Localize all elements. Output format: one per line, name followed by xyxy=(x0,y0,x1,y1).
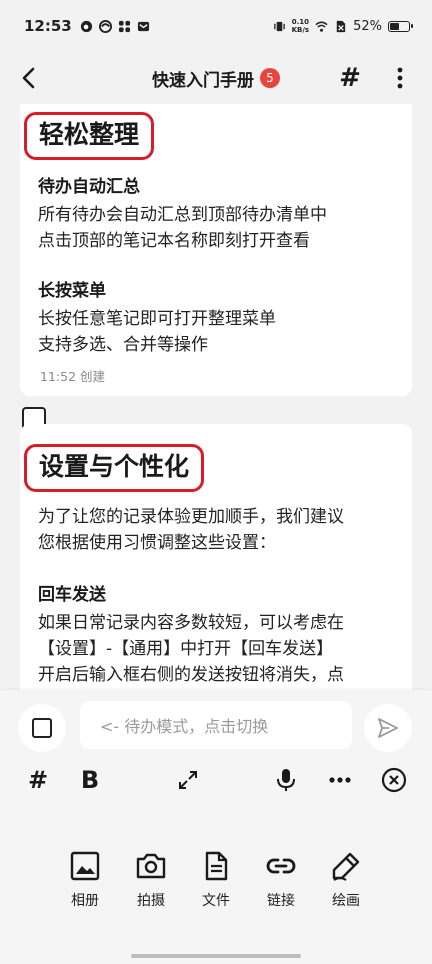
note-line: 支持多选、合并等操作 xyxy=(38,335,208,355)
note-section-title: 长按菜单 xyxy=(38,281,106,301)
battery-percent: 52% xyxy=(353,18,382,34)
note-line: 如果日常记录内容多数较短，可以考虑在 xyxy=(38,613,344,633)
hashtag-button[interactable]: # xyxy=(336,64,364,92)
status-bar: 12:53 0.10 KB/s 52% xyxy=(0,0,432,52)
expand-icon xyxy=(179,771,197,789)
note-line: 您根据使用习惯调整这些设置： xyxy=(38,533,276,553)
notebook-title-button[interactable]: 快速入门手册 5 xyxy=(152,66,280,91)
battery-icon xyxy=(388,20,413,32)
file-icon xyxy=(205,851,228,881)
link-button[interactable]: 链接 xyxy=(251,850,311,910)
more-horizontal-icon xyxy=(329,777,351,783)
network-speed: 0.10 KB/s xyxy=(291,18,310,34)
weibo-icon xyxy=(80,20,92,32)
composer-panel: <- 待办模式，点击切换 # B 相册 拍摄 文件 链接 绘画 xyxy=(0,690,432,964)
bold-button[interactable]: B xyxy=(74,764,106,796)
note-card[interactable]: 轻松整理 待办自动汇总 所有待办会自动汇总到顶部待办清单中 点击顶部的笔记本名称… xyxy=(20,104,412,396)
todo-mode-toggle[interactable] xyxy=(18,704,66,752)
more-tools-button[interactable] xyxy=(324,764,356,796)
note-line: 【设置】-【通用】中打开【回车发送】 xyxy=(38,639,334,659)
album-button[interactable]: 相册 xyxy=(55,850,115,910)
checkbox-icon xyxy=(32,718,52,738)
expand-button[interactable] xyxy=(172,764,204,796)
note-section-title: 待办自动汇总 xyxy=(38,177,140,197)
format-toolbar: # B xyxy=(0,764,432,796)
note-line: 所有待办会自动汇总到顶部待办清单中 xyxy=(38,205,327,225)
home-indicator[interactable] xyxy=(131,954,301,958)
close-circle-icon xyxy=(381,767,407,793)
more-vertical-icon[interactable] xyxy=(386,64,414,92)
note-line: 长按任意笔记即可打开整理菜单 xyxy=(38,309,276,329)
back-arrow-icon[interactable] xyxy=(16,64,44,92)
status-time: 12:53 xyxy=(24,17,72,35)
top-app-bar: 快速入门手册 5 # xyxy=(0,52,432,104)
note-card[interactable]: 设置与个性化 为了让您的记录体验更加顺手，我们建议 您根据使用习惯调整这些设置：… xyxy=(20,424,412,724)
todo-count-badge: 5 xyxy=(260,68,280,88)
input-placeholder: <- 待办模式，点击切换 xyxy=(100,717,269,736)
file-button[interactable]: 文件 xyxy=(186,850,246,910)
note-input[interactable]: <- 待办模式，点击切换 xyxy=(80,701,352,749)
pencil-draw-icon xyxy=(332,852,360,881)
app-swirl-icon xyxy=(98,19,112,33)
camera-button[interactable]: 拍摄 xyxy=(121,850,181,910)
close-panel-button[interactable] xyxy=(378,764,410,796)
image-icon xyxy=(70,851,100,881)
link-icon xyxy=(266,858,296,874)
note-timestamp: 11:52 创建 xyxy=(40,369,105,384)
send-button[interactable] xyxy=(364,704,412,752)
no-sim-icon xyxy=(336,20,346,32)
microphone-icon xyxy=(277,769,295,791)
note-line: 点击顶部的笔记本名称即刻打开查看 xyxy=(38,231,310,251)
camera-icon xyxy=(136,853,166,879)
wifi-icon xyxy=(315,21,328,32)
note-heading: 轻松整理 xyxy=(24,112,155,160)
vibrate-icon xyxy=(273,21,285,31)
note-line: 开启后输入框右侧的发送按钮将消失，点 xyxy=(38,665,344,685)
note-line: 为了让您的记录体验更加顺手，我们建议 xyxy=(38,507,344,527)
hashtag-tool-button[interactable]: # xyxy=(22,764,54,796)
note-heading: 设置与个性化 xyxy=(24,444,205,492)
mail-icon xyxy=(137,21,149,31)
attachment-row: 相册 拍摄 文件 链接 绘画 xyxy=(0,850,432,920)
page-title: 快速入门手册 xyxy=(152,70,254,91)
app-grid-icon xyxy=(118,20,130,32)
voice-input-button[interactable] xyxy=(270,764,302,796)
send-icon xyxy=(378,718,398,738)
note-section-title: 回车发送 xyxy=(38,585,106,605)
draw-button[interactable]: 绘画 xyxy=(316,850,376,910)
